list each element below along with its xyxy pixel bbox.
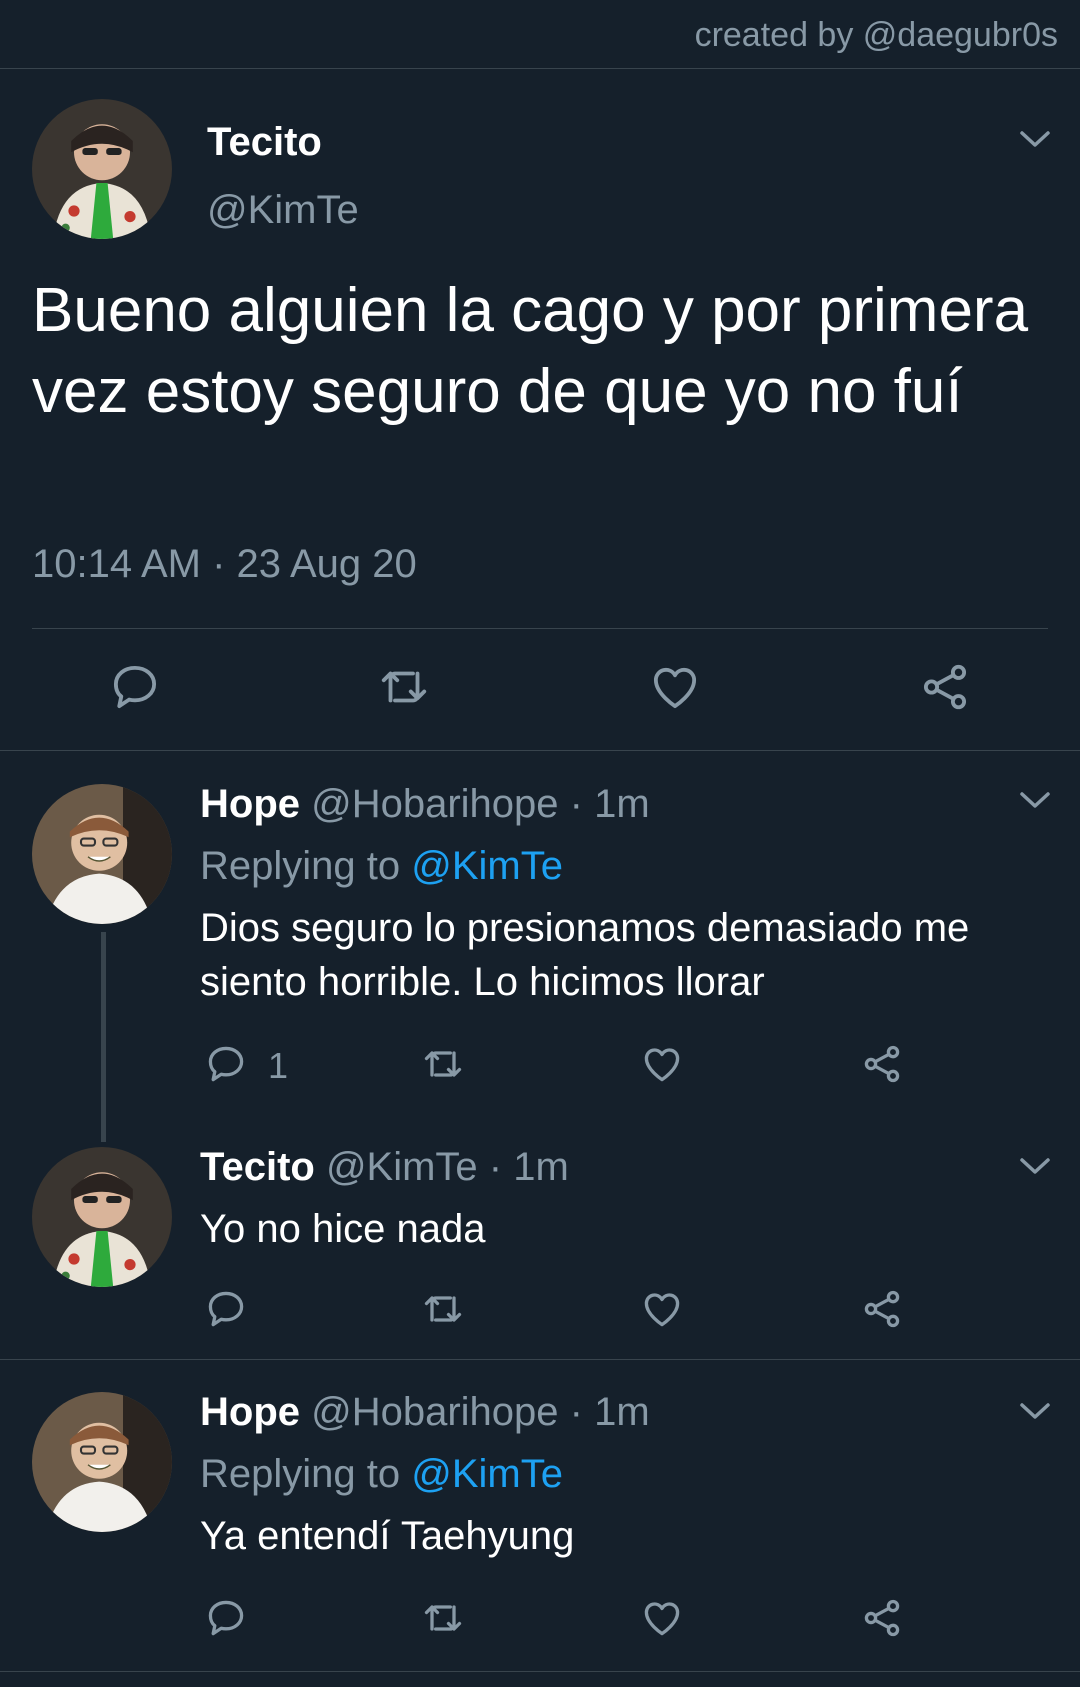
credit-text: created by @daegubr0s [694,16,1058,54]
tweet-timestamp[interactable]: 10:14 AM · 23 Aug 20 [32,542,417,587]
retweet-icon[interactable] [421,1596,465,1640]
author-name[interactable]: Hope [200,782,300,826]
reply-header: Hope @Hobarihope · 1m [200,782,650,827]
reply-header: Hope @Hobarihope · 1m [200,1390,650,1435]
author-handle[interactable]: @KimTe [207,188,359,233]
reply-icon[interactable] [204,1042,248,1086]
tweet-text: Dios seguro lo presionamos demasiado me … [200,906,970,1004]
like-icon[interactable] [640,1596,684,1640]
share-icon[interactable] [860,1287,904,1331]
share-icon[interactable] [860,1042,904,1086]
main-tweet[interactable]: Tecito @KimTe Bueno alguien la cago y po… [0,70,1080,751]
author-name[interactable]: Hope [200,1390,300,1434]
avatar[interactable] [32,1147,172,1287]
author-handle-time[interactable]: @Hobarihope · 1m [300,1390,650,1434]
avatar[interactable] [32,1392,172,1532]
avatar[interactable] [32,99,172,239]
mention-link[interactable]: @KimTe [411,1452,563,1496]
retweet-icon[interactable] [421,1042,465,1086]
chevron-down-icon[interactable] [1018,789,1052,811]
tweet-text: Ya entendí Taehyung [200,1514,575,1558]
divider [32,628,1048,629]
reply-icon[interactable] [204,1596,248,1640]
retweet-icon[interactable] [421,1287,465,1331]
mention-link[interactable]: @KimTe [411,844,563,888]
replying-to: Replying to @KimTe [200,1452,563,1497]
reply-header: Tecito @KimTe · 1m [200,1145,569,1190]
avatar[interactable] [32,784,172,924]
replying-prefix: Replying to [200,1452,412,1496]
retweet-icon[interactable] [377,660,431,714]
reply-icon[interactable] [108,660,162,714]
twitter-thread-screen: created by @daegubr0s Tecito @KimTe Buen… [0,0,1080,1687]
like-icon[interactable] [640,1042,684,1086]
like-icon[interactable] [648,660,702,714]
replying-prefix: Replying to [200,844,412,888]
reply-tweet[interactable]: Hope @Hobarihope · 1m Replying to @KimTe… [0,752,1080,1142]
chevron-down-icon[interactable] [1018,1155,1052,1177]
share-icon[interactable] [860,1596,904,1640]
share-icon[interactable] [918,660,972,714]
tweet-text: Yo no hice nada [200,1207,486,1251]
chevron-down-icon[interactable] [1018,128,1052,150]
author-handle-time[interactable]: @KimTe · 1m [315,1145,569,1189]
tweet-text: Bueno alguien la cago y por primera vez … [32,276,1029,426]
reply-tweet[interactable]: Hope @Hobarihope · 1m Replying to @KimTe… [0,1360,1080,1670]
chevron-down-icon[interactable] [1018,1400,1052,1422]
reply-count: 1 [268,1045,289,1086]
reply-icon[interactable] [204,1287,248,1331]
credit-bar: created by @daegubr0s [0,0,1080,69]
like-icon[interactable] [640,1287,684,1331]
author-handle-time[interactable]: @Hobarihope · 1m [300,782,650,826]
author-name[interactable]: Tecito [200,1145,315,1189]
author-name[interactable]: Tecito [207,120,322,165]
replying-to: Replying to @KimTe [200,844,563,889]
reply-tweet[interactable]: Tecito @KimTe · 1m Yo no hice nada [0,1127,1080,1359]
divider [0,1671,1080,1672]
thread-connector [101,932,106,1142]
